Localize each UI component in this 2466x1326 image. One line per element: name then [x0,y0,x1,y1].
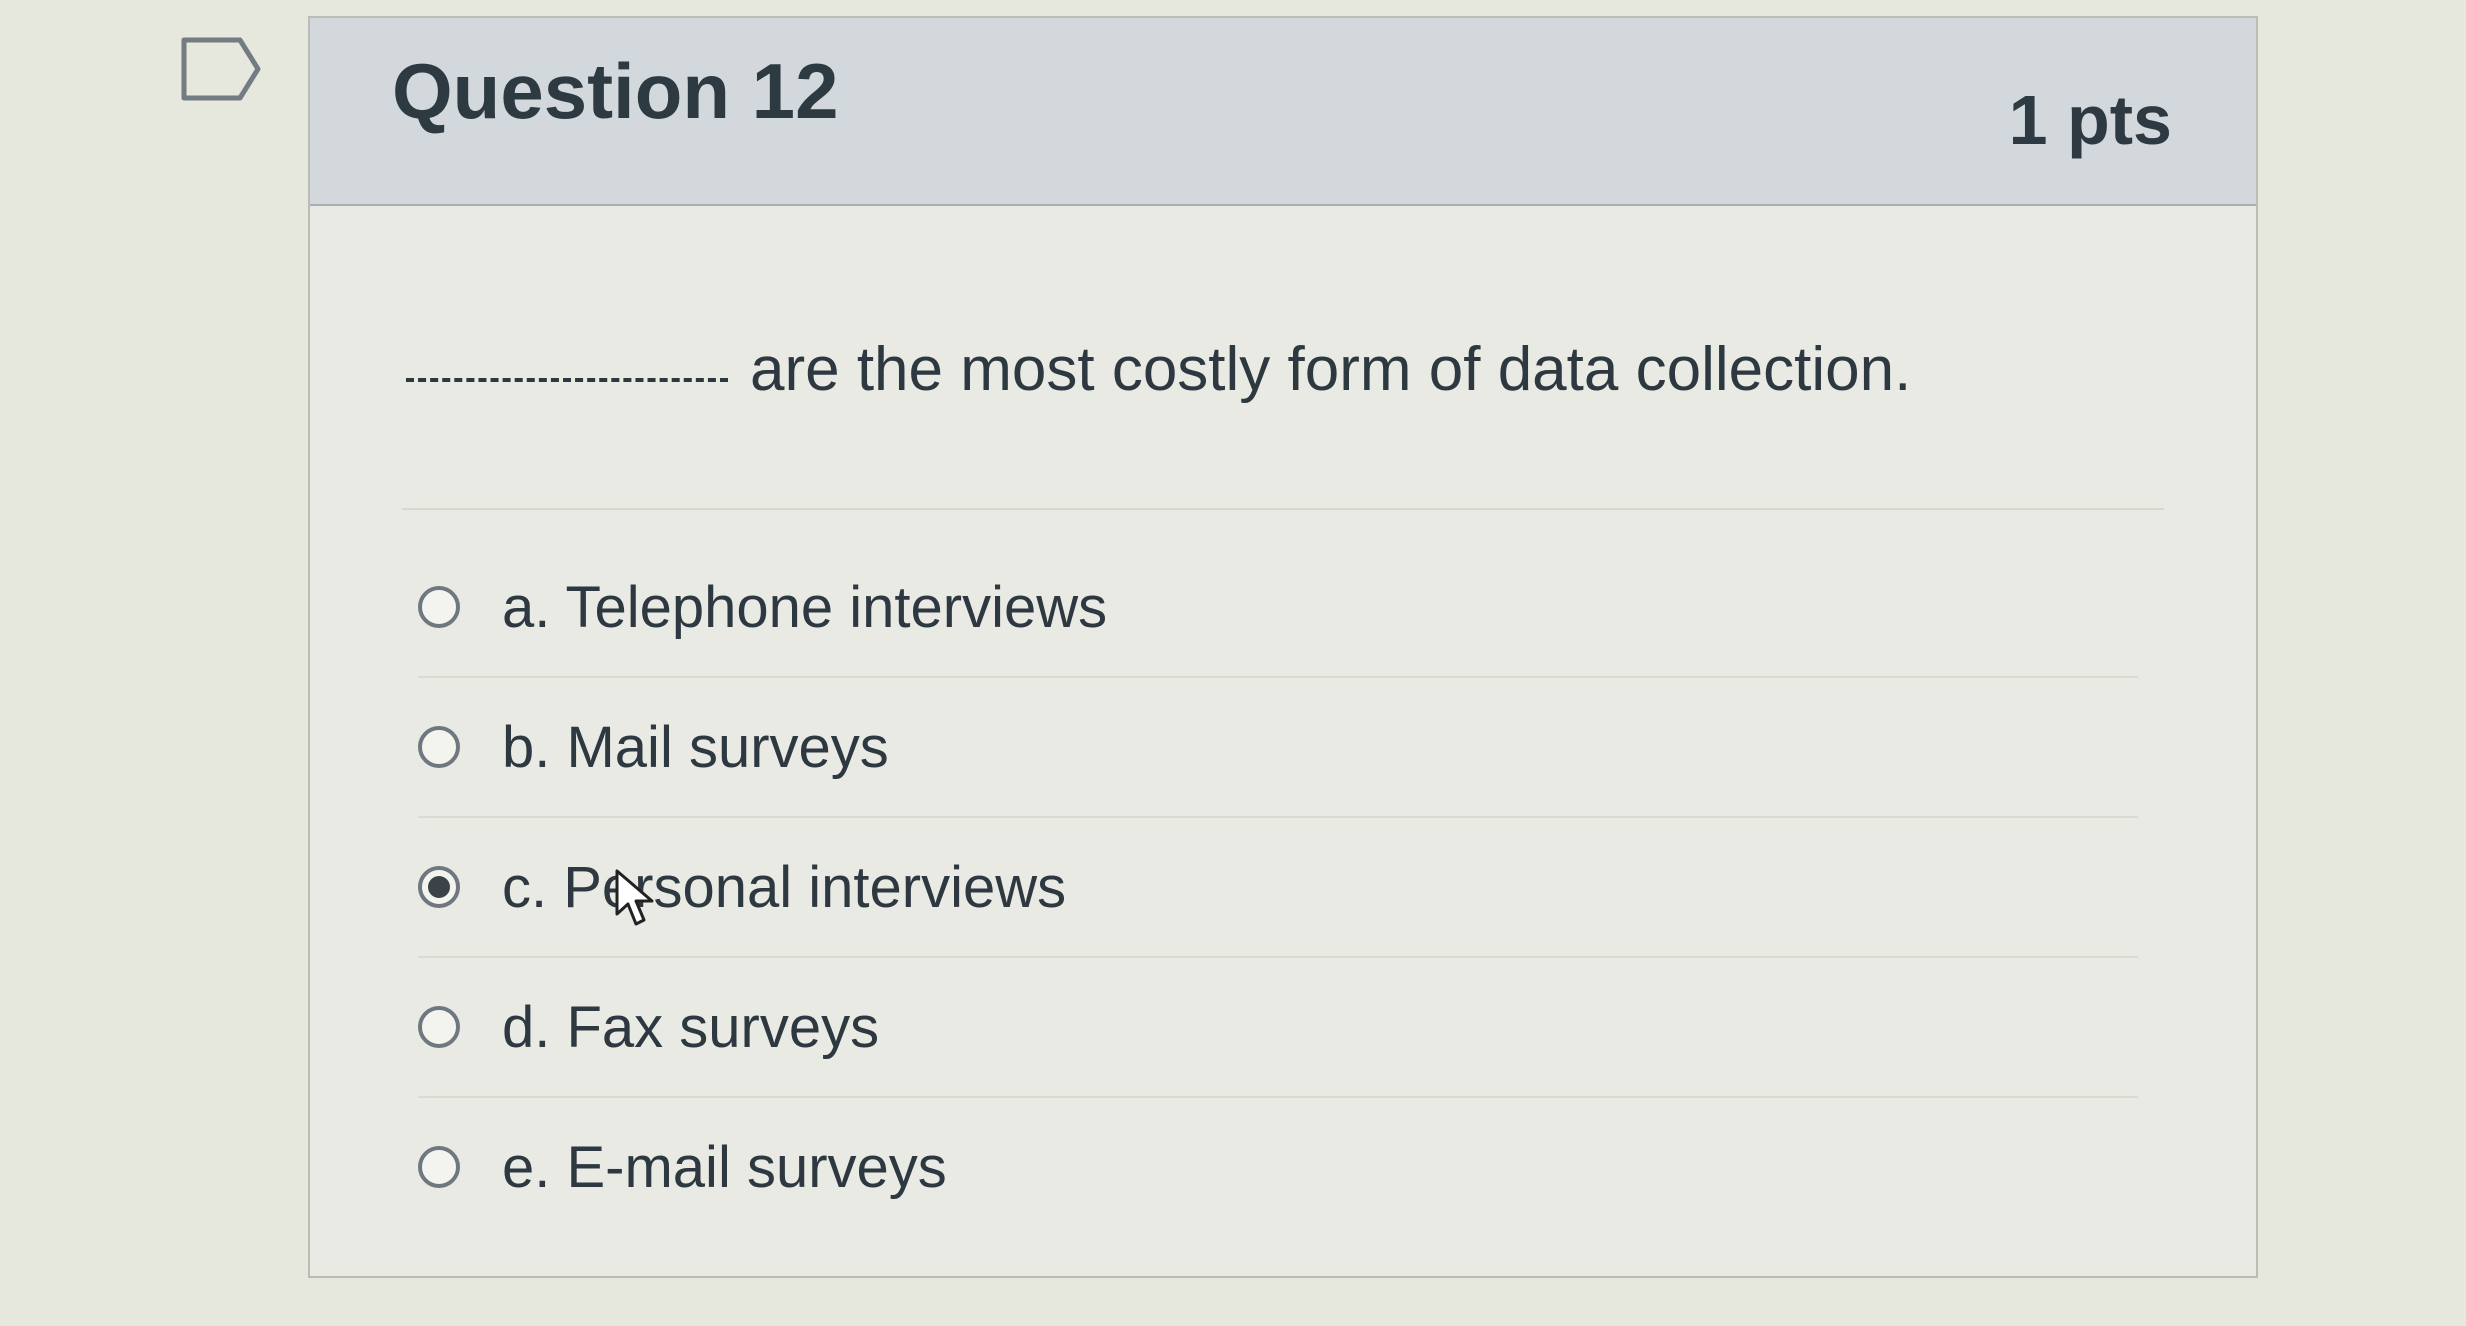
question-card: Question 12 1 pts are the most costly fo… [308,16,2258,1278]
answer-label: d. Fax surveys [502,994,880,1060]
answer-label: c. Personal interviews [502,854,1067,920]
question-points: 1 pts [2008,81,2172,159]
answer-label: a. Telephone interviews [502,574,1108,640]
answer-option-d[interactable]: d. Fax surveys [418,958,2138,1098]
answer-option-a[interactable]: a. Telephone interviews [418,538,2138,678]
answer-label: b. Mail surveys [502,714,889,780]
flag-question-icon[interactable] [180,34,264,104]
fill-in-blank [406,378,728,382]
question-title: Question 12 [392,47,839,135]
answer-label: e. E-mail surveys [502,1134,947,1200]
answer-option-e[interactable]: e. E-mail surveys [418,1098,2138,1236]
question-header: Question 12 1 pts [310,18,2256,206]
question-prompt-text: are the most costly form of data collect… [750,335,1912,404]
question-prompt: are the most costly form of data collect… [406,334,1911,405]
radio-button-selected[interactable] [418,866,460,908]
answer-option-b[interactable]: b. Mail surveys [418,678,2138,818]
answer-option-c[interactable]: c. Personal interviews [418,818,2138,958]
answer-list: a. Telephone interviews b. Mail surveys … [418,538,2138,1236]
radio-button[interactable] [418,1146,460,1188]
radio-button[interactable] [418,1006,460,1048]
divider [402,508,2164,510]
radio-button[interactable] [418,726,460,768]
radio-button[interactable] [418,586,460,628]
